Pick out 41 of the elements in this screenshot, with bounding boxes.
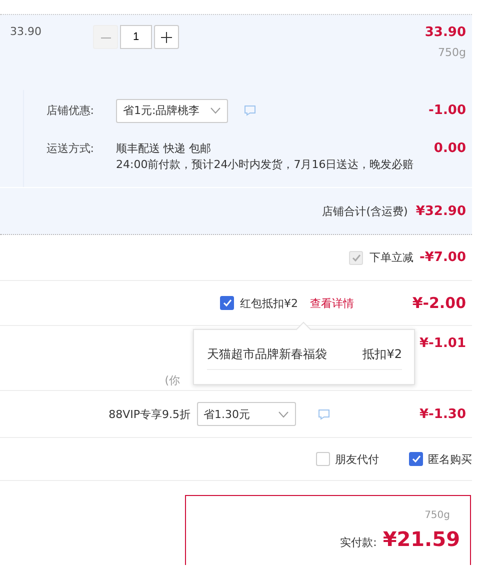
caret-icon	[210, 107, 221, 114]
check-icon	[222, 299, 232, 307]
shipping-method: 顺丰配送 快递 包邮	[116, 141, 212, 157]
total-weight: 750g	[424, 510, 450, 521]
shipping-amount: 0.00	[434, 141, 466, 156]
discount-select[interactable]: 省1元:品牌桃李	[116, 98, 228, 122]
details-link[interactable]: 查看详情	[310, 296, 354, 310]
packet-deduction: 抵扣¥2	[362, 346, 402, 363]
instant-discount-amount: -¥7.00	[419, 250, 466, 265]
chat-icon[interactable]	[244, 105, 256, 116]
shop-total-label: 店铺合计(含运费)	[322, 204, 408, 218]
item-total: 33.90	[424, 25, 466, 40]
increment-button[interactable]	[154, 25, 179, 49]
shop-total-amount: ¥32.90	[416, 204, 466, 218]
vip-discount-select[interactable]: 省1.30元	[196, 402, 296, 426]
instant-discount-label: 下单立减	[369, 250, 414, 265]
discount-note: (你	[164, 373, 180, 388]
vip-discount-amount: ¥-1.30	[418, 406, 466, 422]
quantity-field[interactable]: 1	[120, 25, 152, 49]
check-icon	[412, 455, 420, 463]
unit-price: 33.90	[10, 25, 42, 40]
plus-icon	[161, 32, 172, 42]
checkbox[interactable]	[220, 296, 234, 310]
item-weight: 750g	[437, 46, 466, 59]
chat-icon[interactable]	[318, 408, 330, 420]
other-discount-amount: ¥-1.01	[419, 336, 466, 351]
caret-icon	[278, 410, 289, 418]
shipping-note: 24:00前付款，预计24小时内发货，7月16日送达，晚发必赔	[116, 157, 414, 173]
checkbox[interactable]	[409, 452, 423, 466]
check-icon	[352, 254, 361, 262]
coupon-amount: ¥-2.00	[411, 294, 466, 312]
option-label: 朋友代付	[335, 452, 379, 466]
payment-label: 实付款:	[340, 535, 377, 550]
vip-discount-label: 88VIP专享9.5折	[108, 406, 190, 422]
discount-label: 店铺优惠:	[45, 103, 94, 118]
shipping-label: 运送方式:	[45, 141, 94, 156]
packet-name: 天猫超市品牌新春福袋	[207, 346, 327, 363]
option-label: 匿名购买	[428, 452, 472, 466]
discount-amount: -1.00	[428, 103, 466, 118]
coupon-label: 红包抵扣¥2	[240, 296, 298, 310]
payment-amount: ¥21.59	[382, 527, 460, 551]
